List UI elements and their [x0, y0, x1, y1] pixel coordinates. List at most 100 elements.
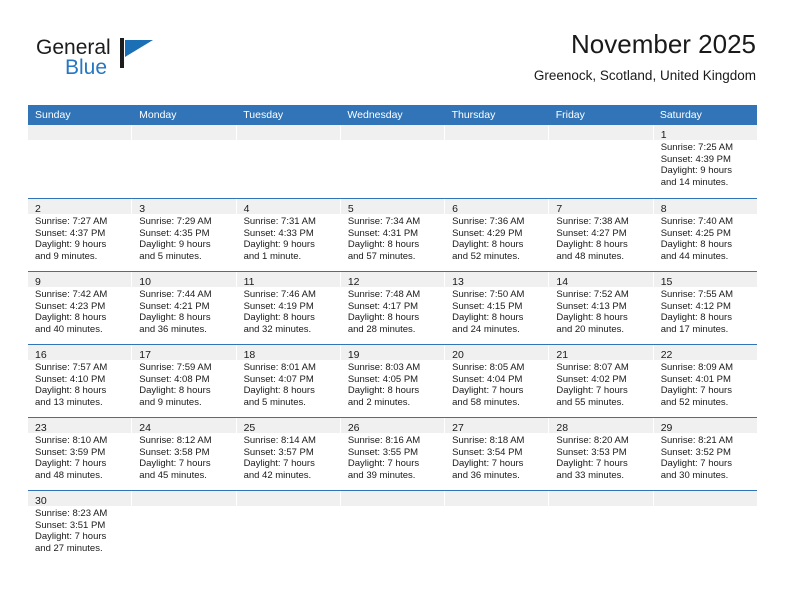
- daylight-text-line2: and 36 minutes.: [452, 469, 520, 481]
- sunrise-text: Sunrise: 7:48 AM: [347, 289, 421, 300]
- day-number-band: 28: [549, 418, 653, 434]
- sunrise-text: Sunrise: 8:21 AM: [660, 435, 734, 446]
- calendar-day-cell[interactable]: 3 Sunrise: 7:29 AM Sunset: 4:35 PM Daylight…: [132, 199, 237, 271]
- calendar-day-cell[interactable]: 21 Sunrise: 8:07 AM Sunset: 4:02 PM Dayligh…: [549, 345, 654, 417]
- calendar-day-cell[interactable]: 27 Sunrise: 8:18 AM Sunset: 3:54 PM Dayligh…: [445, 418, 550, 490]
- calendar-day-cell[interactable]: 20 Sunrise: 8:05 AM Sunset: 4:04 PM Dayligh…: [445, 345, 550, 417]
- calendar-day-cell[interactable]: 1 Sunrise: 7:25 AM Sunset: 4:39 PM Daylight…: [653, 125, 757, 198]
- calendar-day-cell[interactable]: 9 Sunrise: 7:42 AM Sunset: 4:23 PM Daylight…: [28, 272, 133, 344]
- daylight-text-line1: Daylight: 8 hours: [139, 385, 211, 397]
- day-number: 5: [347, 203, 354, 215]
- calendar-day-cell[interactable]: 11 Sunrise: 7:46 AM Sunset: 4:19 PM Dayligh…: [236, 272, 341, 344]
- calendar-day-cell[interactable]: 19 Sunrise: 8:03 AM Sunset: 4:05 PM Dayligh…: [340, 345, 446, 417]
- sunset-text: Sunset: 3:52 PM: [660, 446, 731, 458]
- daylight-text-line2: and 48 minutes.: [35, 469, 103, 481]
- day-number-band: 26: [340, 418, 445, 434]
- calendar-day-cell-empty: [549, 491, 654, 568]
- sunset-text: Sunset: 4:19 PM: [243, 300, 314, 312]
- calendar-day-cell[interactable]: 25 Sunrise: 8:14 AM Sunset: 3:57 PM Dayligh…: [236, 418, 341, 490]
- day-number: 26: [347, 422, 360, 434]
- daylight-text-line2: and 1 minute.: [243, 250, 302, 262]
- daylight-text-line2: and 58 minutes.: [452, 396, 520, 408]
- brand-name-blue: Blue: [65, 56, 108, 79]
- day-details: Sunrise: 7:29 AM Sunset: 4:35 PM Daylight:…: [132, 214, 235, 262]
- day-number: 30: [35, 495, 47, 507]
- daylight-text-line2: and 55 minutes.: [556, 396, 625, 408]
- sunset-text: Sunset: 3:57 PM: [243, 446, 314, 458]
- day-number-band: [549, 125, 653, 140]
- calendar-day-cell[interactable]: 14 Sunrise: 7:52 AM Sunset: 4:13 PM Dayligh…: [549, 272, 654, 344]
- calendar-day-cell[interactable]: 10 Sunrise: 7:44 AM Sunset: 4:21 PM Dayligh…: [132, 272, 237, 344]
- calendar-day-cell[interactable]: 15 Sunrise: 7:55 AM Sunset: 4:12 PM Dayligh…: [653, 272, 757, 344]
- calendar-day-cell[interactable]: 18 Sunrise: 8:01 AM Sunset: 4:07 PM Dayligh…: [236, 345, 341, 417]
- daylight-text-line1: Daylight: 8 hours: [243, 385, 315, 397]
- calendar-day-cell[interactable]: 30 Sunrise: 8:23 AM Sunset: 3:51 PM Dayligh…: [28, 491, 133, 568]
- calendar-day-cell[interactable]: 5 Sunrise: 7:34 AM Sunset: 4:31 PM Daylight…: [340, 199, 446, 271]
- day-details: Sunrise: 7:27 AM Sunset: 4:37 PM Daylight:…: [28, 214, 131, 262]
- day-number-band: 7: [549, 199, 653, 215]
- day-number-band: 25: [236, 418, 340, 434]
- daylight-text-line2: and 36 minutes.: [139, 323, 207, 335]
- sunset-text: Sunset: 4:35 PM: [139, 227, 210, 239]
- day-number-band: 9: [28, 272, 132, 288]
- day-number: 10: [139, 276, 151, 288]
- sunset-text: Sunset: 4:25 PM: [660, 227, 731, 239]
- calendar-day-cell[interactable]: 24 Sunrise: 8:12 AM Sunset: 3:58 PM Dayligh…: [132, 418, 237, 490]
- day-number-band: [653, 491, 757, 506]
- calendar-day-cell[interactable]: 16 Sunrise: 7:57 AM Sunset: 4:10 PM Dayligh…: [28, 345, 133, 417]
- daylight-text-line1: Daylight: 8 hours: [347, 385, 420, 397]
- calendar-day-cell[interactable]: 7 Sunrise: 7:38 AM Sunset: 4:27 PM Daylight…: [549, 199, 654, 271]
- calendar-day-cell[interactable]: 26 Sunrise: 8:16 AM Sunset: 3:55 PM Dayligh…: [340, 418, 446, 490]
- calendar-day-cell[interactable]: 13 Sunrise: 7:50 AM Sunset: 4:15 PM Dayligh…: [445, 272, 550, 344]
- day-number: 15: [660, 276, 673, 288]
- day-number-band: 22: [653, 345, 757, 361]
- day-number: 22: [660, 349, 673, 361]
- calendar-day-cell[interactable]: 23 Sunrise: 8:10 AM Sunset: 3:59 PM Dayligh…: [28, 418, 133, 490]
- day-details: Sunrise: 8:10 AM Sunset: 3:59 PM Daylight:…: [28, 433, 131, 481]
- day-details: Sunrise: 8:03 AM Sunset: 4:05 PM Daylight:…: [341, 360, 444, 408]
- day-number: 25: [243, 422, 256, 434]
- day-details: Sunrise: 7:36 AM Sunset: 4:29 PM Daylight:…: [445, 214, 548, 262]
- day-number: 29: [660, 422, 673, 434]
- calendar-day-cell[interactable]: 28 Sunrise: 8:20 AM Sunset: 3:53 PM Dayligh…: [549, 418, 654, 490]
- sunset-text: Sunset: 3:59 PM: [35, 446, 106, 458]
- sunset-text: Sunset: 4:04 PM: [452, 373, 523, 385]
- daylight-text-line1: Daylight: 7 hours: [556, 458, 628, 470]
- daylight-text-line2: and 39 minutes.: [347, 469, 416, 481]
- day-number: 14: [556, 276, 569, 288]
- day-details: Sunrise: 8:01 AM Sunset: 4:07 PM Daylight:…: [237, 360, 340, 408]
- calendar-day-cell[interactable]: 29 Sunrise: 8:21 AM Sunset: 3:52 PM Dayligh…: [653, 418, 757, 490]
- daylight-text-line2: and 52 minutes.: [660, 396, 729, 408]
- day-number-band: [132, 125, 236, 140]
- day-number: 13: [452, 276, 464, 288]
- sunrise-text: Sunrise: 7:36 AM: [452, 216, 525, 227]
- title-block: November 2025 Greenock, Scotland, United…: [534, 28, 756, 84]
- calendar-week-row: 1 Sunrise: 7:25 AM Sunset: 4:39 PM Daylight…: [28, 125, 757, 198]
- calendar-day-cell[interactable]: 17 Sunrise: 7:59 AM Sunset: 4:08 PM Dayligh…: [132, 345, 237, 417]
- brand-logo[interactable]: General Blue: [36, 36, 216, 88]
- day-details: Sunrise: 7:38 AM Sunset: 4:27 PM Daylight:…: [549, 214, 652, 262]
- weekday-header-wednesday: Wednesday: [347, 109, 403, 121]
- calendar-day-cell[interactable]: 12 Sunrise: 7:48 AM Sunset: 4:17 PM Dayligh…: [340, 272, 446, 344]
- day-number-band: 8: [653, 199, 757, 215]
- sunrise-text: Sunrise: 7:31 AM: [243, 216, 316, 227]
- calendar-day-cell[interactable]: 4 Sunrise: 7:31 AM Sunset: 4:33 PM Daylight…: [236, 199, 341, 271]
- day-details: Sunrise: 8:12 AM Sunset: 3:58 PM Daylight:…: [132, 433, 235, 481]
- calendar-day-cell[interactable]: 2 Sunrise: 7:27 AM Sunset: 4:37 PM Daylight…: [28, 199, 133, 271]
- daylight-text-line2: and 33 minutes.: [556, 469, 625, 481]
- calendar-day-cell[interactable]: 8 Sunrise: 7:40 AM Sunset: 4:25 PM Daylight…: [653, 199, 757, 271]
- sunset-text: Sunset: 4:21 PM: [139, 300, 210, 312]
- sunset-text: Sunset: 4:27 PM: [556, 227, 627, 239]
- day-number-band: 3: [132, 199, 236, 215]
- calendar-day-cell[interactable]: 22 Sunrise: 8:09 AM Sunset: 4:01 PM Dayligh…: [653, 345, 757, 417]
- day-number: 24: [139, 422, 151, 434]
- calendar-day-cell-empty: [132, 125, 237, 198]
- day-details: Sunrise: 8:16 AM Sunset: 3:55 PM Daylight:…: [341, 433, 444, 481]
- calendar-day-cell[interactable]: 6 Sunrise: 7:36 AM Sunset: 4:29 PM Daylight…: [445, 199, 550, 271]
- sunrise-text: Sunrise: 7:57 AM: [35, 362, 108, 373]
- sunrise-text: Sunrise: 7:50 AM: [452, 289, 525, 300]
- sunrise-text: Sunrise: 7:29 AM: [139, 216, 212, 227]
- day-number: 19: [347, 349, 360, 361]
- day-details: Sunrise: 8:23 AM Sunset: 3:51 PM Daylight:…: [28, 506, 131, 554]
- sunset-text: Sunset: 4:07 PM: [243, 373, 314, 385]
